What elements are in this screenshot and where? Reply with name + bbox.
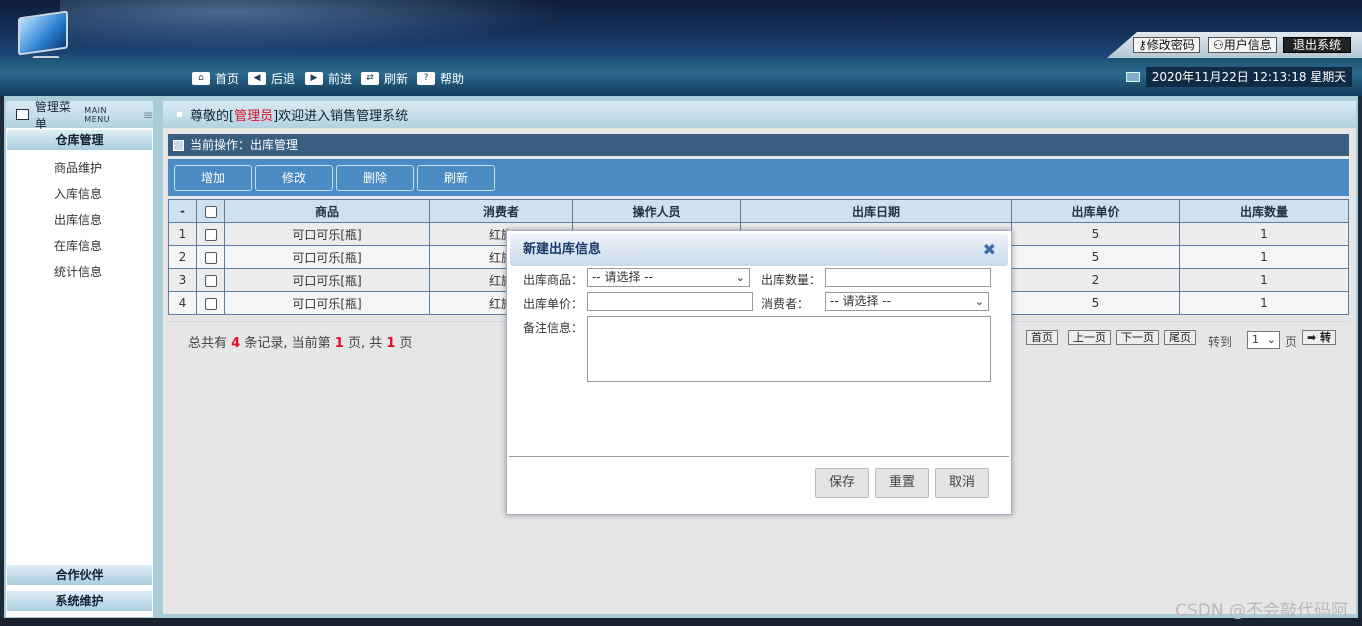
- select-all-checkbox[interactable]: [204, 205, 217, 218]
- key-icon: ⚷: [1138, 38, 1147, 52]
- user-icon: ⚇: [1213, 38, 1224, 52]
- collapse-icon[interactable]: ≡: [143, 108, 153, 122]
- close-icon[interactable]: ✖: [983, 234, 996, 266]
- arrow-right-icon: ▶: [305, 71, 323, 85]
- bottom-edge: [0, 618, 1362, 626]
- sidebar-item-stock[interactable]: 在库信息: [54, 237, 102, 254]
- cancel-button[interactable]: 取消: [935, 468, 989, 498]
- section-system[interactable]: 系统维护: [6, 590, 153, 612]
- user-info-button[interactable]: ⚇用户信息: [1208, 37, 1277, 53]
- col-header-qty: 出库数量: [1179, 199, 1349, 223]
- help-icon: ?: [417, 71, 435, 85]
- toolbar: 增加 修改 删除 刷新: [168, 159, 1349, 196]
- nav-home[interactable]: ⌂ 首页: [192, 70, 239, 86]
- home-icon: ⌂: [192, 71, 210, 85]
- sidebar-item-product[interactable]: 商品维护: [54, 159, 102, 176]
- refresh-button[interactable]: 刷新: [417, 165, 495, 191]
- bullet-icon: [177, 112, 182, 117]
- dialog-header: 新建出库信息 ✖: [510, 234, 1008, 266]
- nav-help[interactable]: ? 帮助: [417, 70, 464, 86]
- col-header-index: -: [168, 199, 197, 223]
- page-unit-label: 页: [1285, 335, 1298, 349]
- section-warehouse[interactable]: 仓库管理: [6, 129, 153, 151]
- row-checkbox[interactable]: [204, 251, 217, 264]
- delete-button[interactable]: 删除: [336, 165, 414, 191]
- logout-button[interactable]: 退出系统: [1283, 37, 1351, 53]
- col-header-operator: 操作人员: [572, 199, 741, 223]
- monitor-logo-icon: [16, 10, 74, 64]
- chevron-down-icon: ⌄: [974, 295, 984, 308]
- play-icon: [173, 140, 184, 151]
- sidebar-item-stats[interactable]: 统计信息: [54, 263, 102, 280]
- prev-page-button[interactable]: 上一页: [1068, 330, 1111, 345]
- banner-decoration: [60, 0, 620, 58]
- monitor-icon: [1126, 72, 1140, 82]
- chevron-down-icon: ⌄: [735, 271, 745, 284]
- consumer-select[interactable]: -- 请选择 -- ⌄: [825, 292, 989, 311]
- nav-forward[interactable]: ▶ 前进: [305, 70, 352, 86]
- remark-textarea[interactable]: [587, 316, 991, 382]
- refresh-icon: ⇄: [361, 71, 379, 85]
- nav-refresh[interactable]: ⇄ 刷新: [361, 70, 408, 86]
- go-button[interactable]: ➡ 转: [1302, 330, 1337, 345]
- qty-label: 出库数量：: [761, 273, 822, 287]
- col-header-consumer: 消费者: [429, 199, 573, 223]
- qty-input[interactable]: [825, 268, 991, 287]
- datetime-display: 2020年11月22日 12:13:18 星期天: [1146, 67, 1352, 87]
- nav-back[interactable]: ◀ 后退: [248, 70, 295, 86]
- product-select[interactable]: -- 请选择 -- ⌄: [587, 268, 750, 287]
- add-button[interactable]: 增加: [174, 165, 252, 191]
- save-button[interactable]: 保存: [815, 468, 869, 498]
- sidebar-item-inbound[interactable]: 入库信息: [54, 185, 102, 202]
- col-header-date: 出库日期: [740, 199, 1012, 223]
- next-page-button[interactable]: 下一页: [1116, 330, 1159, 345]
- sidebar-header: 管理菜单 MAIN MENU ≡: [6, 100, 153, 131]
- sidebar-item-outbound[interactable]: 出库信息: [54, 211, 102, 228]
- arrow-left-icon: ◀: [248, 71, 266, 85]
- price-input[interactable]: [587, 292, 753, 311]
- row-checkbox[interactable]: [204, 274, 217, 287]
- reset-button[interactable]: 重置: [875, 468, 929, 498]
- price-label: 出库单价：: [523, 297, 584, 311]
- current-operation-bar: 当前操作：出库管理: [168, 134, 1349, 156]
- col-header-price: 出库单价: [1011, 199, 1180, 223]
- last-page-button[interactable]: 尾页: [1164, 330, 1196, 345]
- goto-label: 转到: [1208, 335, 1233, 349]
- page-select[interactable]: 1 ⌄: [1247, 331, 1280, 349]
- sidebar: [6, 101, 153, 617]
- col-header-product: 商品: [224, 199, 430, 223]
- col-header-select: [196, 199, 225, 223]
- row-checkbox[interactable]: [204, 228, 217, 241]
- chevron-down-icon: ⌄: [1266, 333, 1276, 346]
- edit-button[interactable]: 修改: [255, 165, 333, 191]
- section-partner[interactable]: 合作伙伴: [6, 564, 153, 586]
- remark-label: 备注信息：: [523, 321, 584, 335]
- row-checkbox[interactable]: [204, 297, 217, 310]
- consumer-label: 消费者：: [761, 297, 810, 311]
- menu-icon: [16, 109, 29, 120]
- watermark: CSDN @不会敲代码阿: [1175, 601, 1348, 621]
- dialog-divider: [509, 456, 1009, 457]
- pager-info: 总共有 4 条记录, 当前第 1 页, 共 1 页: [188, 336, 413, 351]
- product-label: 出库商品：: [523, 273, 584, 287]
- change-password-button[interactable]: ⚷修改密码: [1133, 37, 1200, 53]
- welcome-bar: 尊敬的[管理员]欢迎进入销售管理系统: [163, 101, 1356, 128]
- first-page-button[interactable]: 首页: [1026, 330, 1058, 345]
